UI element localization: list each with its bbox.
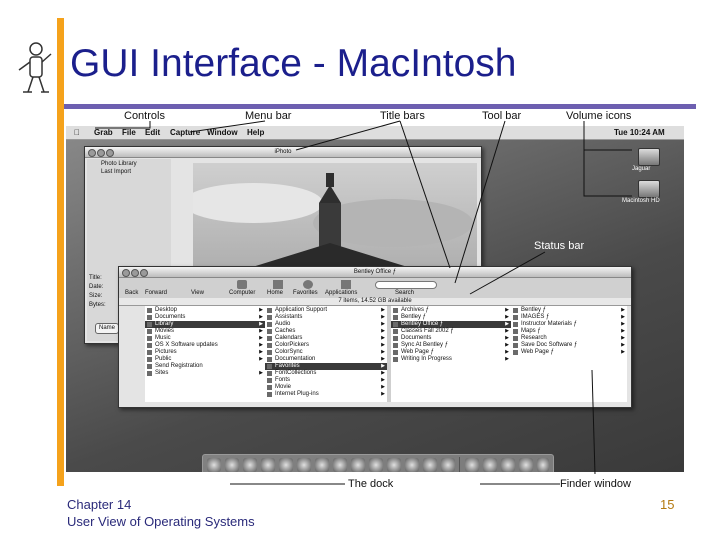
footer-subtitle: User View of Operating Systems xyxy=(67,514,255,529)
callout-leader-lines xyxy=(95,120,632,485)
page-number: 15 xyxy=(660,497,675,512)
footer-chapter: Chapter 14 xyxy=(67,497,132,512)
